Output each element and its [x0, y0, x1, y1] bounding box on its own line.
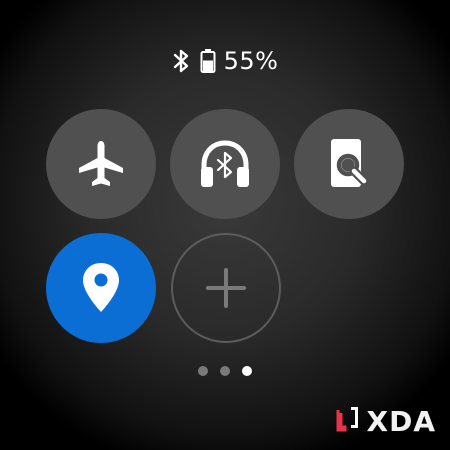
location-pin-icon	[79, 260, 123, 316]
location-tile[interactable]	[46, 233, 156, 343]
status-bar: 55%	[0, 44, 450, 78]
xda-logo-icon	[335, 404, 361, 438]
find-phone-icon	[323, 136, 375, 192]
airplane-icon	[75, 138, 127, 190]
bluetooth-icon	[172, 48, 192, 74]
add-tile-button[interactable]	[171, 233, 281, 343]
earbuds-tile[interactable]	[170, 109, 280, 219]
page-dot-active[interactable]	[242, 366, 252, 376]
watermark-text: XDA	[366, 404, 436, 438]
plus-icon	[204, 266, 248, 310]
page-dot[interactable]	[198, 366, 208, 376]
battery-icon	[200, 48, 216, 74]
find-my-phone-tile[interactable]	[294, 109, 404, 219]
page-indicator	[0, 366, 450, 376]
airplane-mode-tile[interactable]	[46, 109, 156, 219]
page-dot[interactable]	[220, 366, 230, 376]
xda-watermark: XDA	[335, 404, 437, 438]
battery-percentage: 55%	[223, 47, 279, 75]
bluetooth-headphones-icon	[196, 135, 254, 193]
quick-panel-screen: 55% XDA	[0, 0, 450, 450]
